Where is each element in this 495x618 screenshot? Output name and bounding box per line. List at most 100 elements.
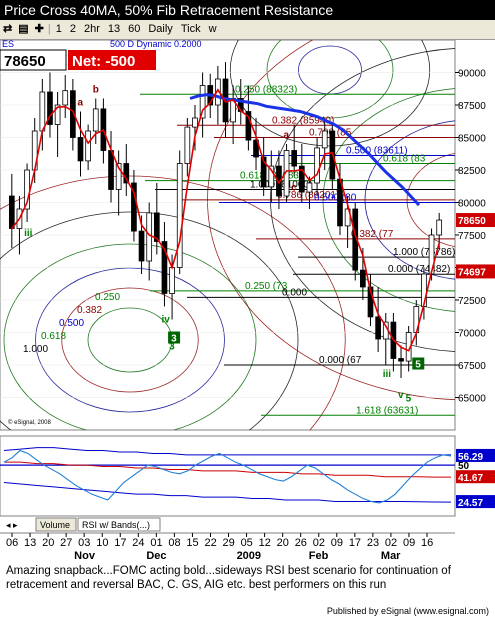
wave-box-label: 3 [171, 334, 177, 345]
candle-body [85, 130, 91, 162]
candle-body [398, 358, 404, 362]
fib-fan-label: 1.000 [23, 344, 48, 355]
x-day-label: 15 [186, 537, 198, 549]
wave-label: iv [161, 315, 170, 326]
properties-icon[interactable]: ▤ [15, 20, 31, 39]
y-tick-label: 67500 [458, 361, 486, 372]
net-change: Net: -500 [72, 53, 135, 70]
candle-body [360, 269, 366, 288]
candle-body [192, 117, 198, 128]
wave-label: a [78, 98, 84, 109]
candle-body [436, 219, 443, 236]
x-month-label: Feb [309, 550, 329, 562]
y-tick-label: 90000 [458, 69, 486, 80]
panel-tab-label: Volume [40, 520, 70, 530]
interval-toolbar: ⇄ ▤ ✚ | 1 2 2hr 13 60 Daily Tick w [0, 20, 495, 40]
symbol-label: ES [2, 40, 14, 49]
rsi-level-label: 41.67 [458, 473, 483, 484]
x-day-label: 26 [295, 537, 307, 549]
fib-level-label: 0.250 (88323) [235, 84, 297, 95]
wave-label: c [291, 183, 297, 194]
x-day-label: 20 [42, 537, 54, 549]
wave-label: iii [24, 228, 33, 239]
x-day-label: 05 [241, 537, 253, 549]
candle-body [321, 130, 328, 149]
x-day-label: 09 [403, 537, 415, 549]
wave-label: b [93, 85, 99, 96]
wave-label: iii [383, 369, 392, 380]
price-marker-label: 74697 [458, 267, 486, 278]
fib-level-label: 0.000 [282, 287, 307, 298]
x-day-label: 13 [24, 537, 36, 549]
toolbar-interval-w[interactable]: w [205, 20, 221, 39]
candle-body [62, 90, 69, 106]
candle-body [146, 212, 153, 262]
candle-body [108, 150, 114, 190]
toolbar-interval-1[interactable]: 1 [52, 20, 66, 39]
candle-body [375, 316, 381, 340]
toolbar-interval-tick[interactable]: Tick [177, 20, 205, 39]
toolbar-interval-daily[interactable]: Daily [144, 20, 176, 39]
publisher-footer: Published by eSignal (www.esignal.com) [0, 604, 495, 618]
x-month-label: Dec [146, 550, 166, 562]
price-chart[interactable]: 0.250 (88323)0.382 (85940)0.700 (850.500… [0, 40, 495, 562]
x-day-label: 22 [204, 537, 216, 549]
wave-label: a [284, 130, 290, 141]
fib-level-label: 1.618 (63631) [356, 405, 418, 416]
y-tick-label: 85000 [458, 134, 486, 145]
candle-body [199, 85, 206, 119]
y-tick-label: 77500 [458, 231, 486, 242]
x-day-label: 17 [114, 537, 126, 549]
last-price: 78650 [4, 53, 46, 70]
chart-caption: Amazing snapback...FOMC acting bold...si… [0, 562, 495, 602]
candle-body [8, 195, 15, 229]
y-tick-label: 80000 [458, 199, 486, 210]
fib-level-label: 0.000 (67 [319, 355, 362, 366]
fib-level-label: 1.000 (75786) [393, 247, 455, 258]
x-day-label: 17 [349, 537, 361, 549]
x-day-label: 01 [150, 537, 162, 549]
candle-body [138, 230, 145, 262]
candle-body [291, 150, 298, 167]
x-day-label: 06 [6, 537, 18, 549]
y-tick-label: 65000 [458, 394, 486, 405]
y-tick-label: 87500 [458, 101, 486, 112]
x-month-label: Mar [381, 550, 401, 562]
link-icon[interactable]: ⇄ [0, 20, 15, 39]
crosshair-icon[interactable]: ✚ [32, 20, 47, 39]
price-marker-label: 78650 [458, 216, 486, 227]
watermark: © eSignal, 2008 [8, 419, 51, 426]
candle-body [306, 182, 313, 193]
fib-level-label: 0.500 (80 [314, 193, 357, 204]
wave-box-label: 5 [415, 360, 421, 371]
toolbar-interval-13[interactable]: 13 [104, 20, 124, 39]
toolbar-interval-60[interactable]: 60 [124, 20, 144, 39]
y-tick-label: 82500 [458, 166, 486, 177]
y-tick-label: 72500 [458, 296, 486, 307]
x-day-label: 12 [259, 537, 271, 549]
window-title: Price Cross 40MA, 50% Fib Retracement Re… [0, 0, 495, 20]
toolbar-interval-2hr[interactable]: 2hr [80, 20, 104, 39]
x-day-label: 29 [223, 537, 235, 549]
panel-tab-label: RSI w/ Bands(...) [82, 520, 150, 530]
y-tick-label: 70000 [458, 329, 486, 340]
x-day-label: 02 [385, 537, 397, 549]
x-day-label: 09 [331, 537, 343, 549]
x-month-label: 2009 [237, 550, 261, 562]
fib-fan-label: 0.618 [41, 331, 66, 342]
x-day-label: 20 [277, 537, 289, 549]
candle-body [314, 147, 320, 184]
candle-body [77, 137, 84, 162]
fib-level-label: 0.000 (74482) [388, 264, 450, 275]
x-day-label: 23 [367, 537, 379, 549]
candle-body [169, 267, 175, 294]
toolbar-interval-2[interactable]: 2 [66, 20, 80, 39]
candle-body [39, 91, 46, 132]
fib-fan-label: 0.382 [77, 305, 102, 316]
fib-fan-label: 0.500 [59, 318, 84, 329]
x-day-label: 27 [60, 537, 72, 549]
candle-body [92, 108, 99, 132]
x-day-label: 03 [78, 537, 90, 549]
candle-body [176, 163, 183, 268]
rsi-level-label: 24.57 [458, 498, 483, 509]
